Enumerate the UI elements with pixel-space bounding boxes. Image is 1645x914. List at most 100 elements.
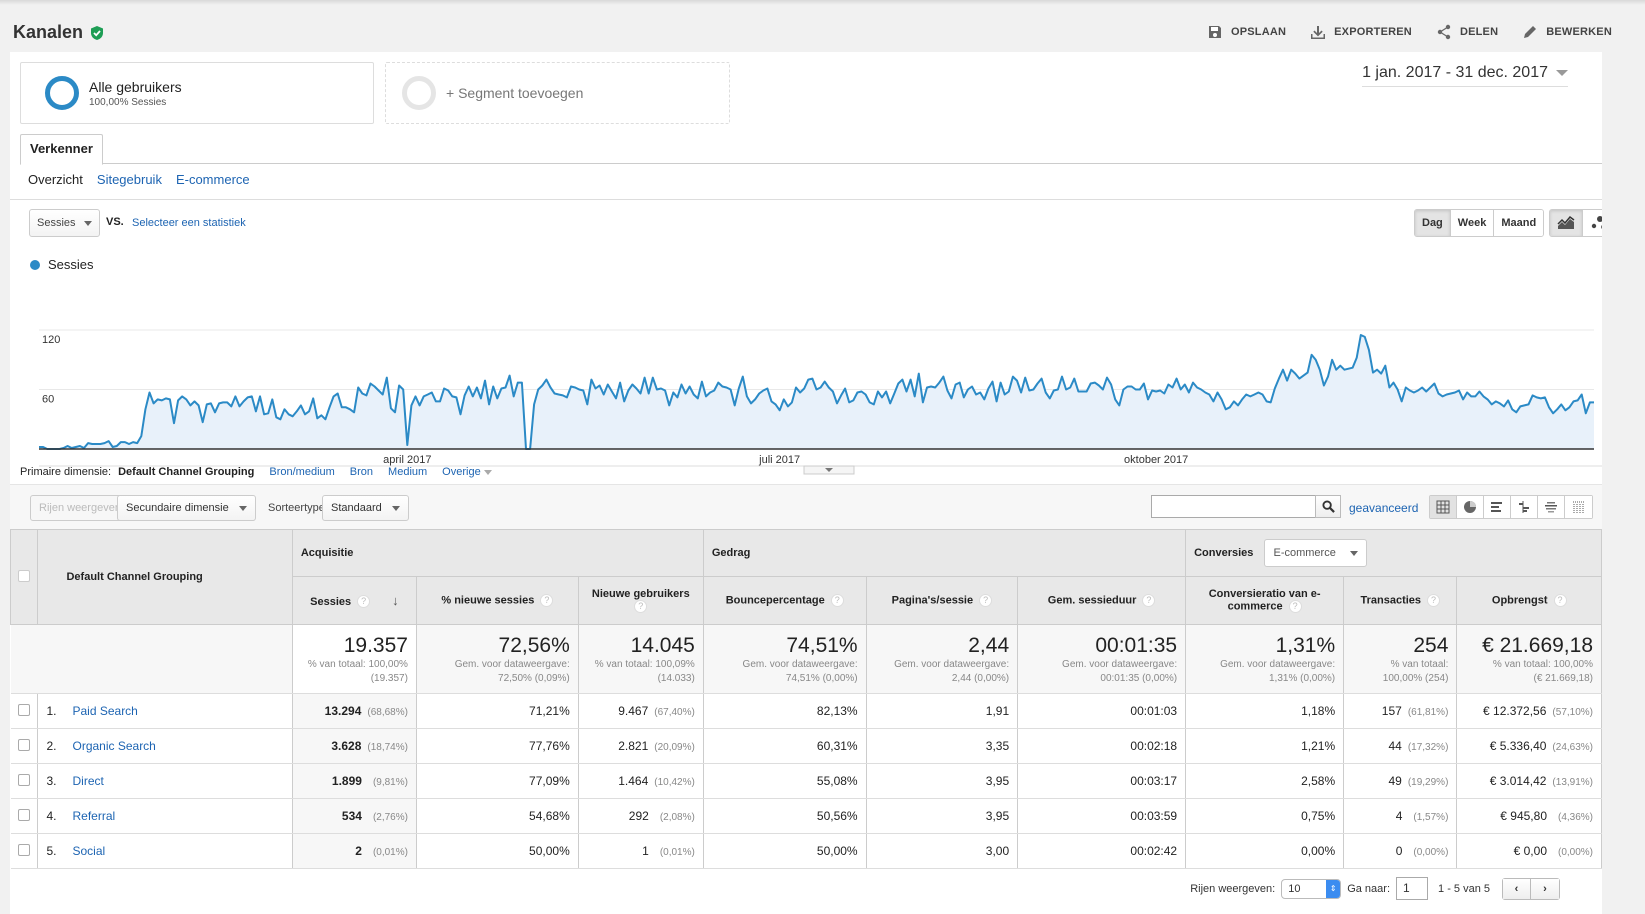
conversion-type-select[interactable]: E-commerce [1264,539,1367,567]
col-revenue[interactable]: Opbrengst? [1456,576,1602,625]
col-label: Nieuwe gebruikers [591,588,690,600]
pie-view-button[interactable] [1457,496,1484,518]
sessions-cell: 534 (2,76%) [292,798,417,834]
line-chart-icon [1557,215,1575,229]
plot-rows-button[interactable]: Rijen weergeven [30,495,130,521]
transactions-pct: (61,81%) [1407,707,1449,718]
save-button[interactable]: OPSLAAN [1207,24,1286,40]
channel-cell: 5. Social [37,833,293,869]
pivot-view-button[interactable] [1565,496,1592,518]
table-search-input[interactable] [1151,495,1316,518]
help-icon[interactable]: ? [1288,600,1302,613]
sort-type-select[interactable]: Standaard [322,495,409,521]
col-new-users[interactable]: Nieuwe gebruikers? [577,576,704,625]
help-icon[interactable]: ? [1142,594,1156,607]
period-month-button[interactable]: Maand [1494,210,1544,236]
channel-link[interactable]: Referral [72,809,115,823]
totals-cell: 72,56% Gem. voor dataweergave: 72,50% (0… [416,624,579,694]
prev-page-button[interactable]: ‹ [1503,878,1531,899]
row-checkbox[interactable] [17,808,30,821]
row-select-cell [10,798,39,834]
revenue-cell: € 3.014,42 (13,91%) [1456,763,1602,799]
line-chart-button[interactable] [1550,210,1583,236]
tab-verkenner[interactable]: Verkenner [20,134,103,165]
table-view-button[interactable] [1430,496,1457,518]
col-transactions[interactable]: Transacties? [1343,576,1458,625]
col-sessions[interactable]: Sessies? ↓ [291,576,417,625]
period-week-button[interactable]: Week [1450,210,1495,236]
new-users-value: 292 [628,809,649,823]
col-avg-session-duration[interactable]: Gem. sessieduur? [1017,576,1187,625]
help-icon[interactable]: ? [634,600,648,613]
col-bounce-rate[interactable]: Bouncepercentage? [702,576,867,625]
col-pages-per-session[interactable]: Pagina's/sessie? [865,576,1019,625]
revenue-value: € 0,00 [1513,844,1547,858]
secondary-dimension-select[interactable]: Secundaire dimensie [117,495,256,521]
help-icon[interactable]: ? [540,594,554,607]
dimension-selected: Default Channel Grouping [118,466,255,478]
subtab-overzicht[interactable]: Overzicht [28,172,83,187]
chevron-down-icon [84,220,92,226]
row-checkbox[interactable] [17,843,30,856]
conversion-cell: 2,58% [1185,763,1345,799]
export-button[interactable]: EXPORTEREN [1310,24,1412,40]
date-range-picker[interactable]: 1 jan. 2017 - 31 dec. 2017 [1362,64,1568,87]
edit-button[interactable]: BEWERKEN [1522,24,1612,40]
col-label: Pagina's/sessie [891,594,974,607]
new-sessions-cell: 71,21% [416,693,579,729]
term-cloud-view-button[interactable] [1538,496,1565,518]
segment-all-users[interactable]: Alle gebruikers 100,00% Sessies [20,62,374,124]
subtab-ecommerce[interactable]: E-commerce [176,172,250,187]
add-segment-button[interactable]: + Segment toevoegen [385,62,730,124]
channel-link[interactable]: Organic Search [72,739,155,753]
metric-select[interactable]: Sessies [29,209,100,237]
help-icon[interactable]: ? [1553,594,1567,607]
sessions-pct: (9,81%) [372,777,408,788]
report-actions: OPSLAAN EXPORTEREN DELEN BEWERKEN [1207,24,1612,40]
compare-metric-link[interactable]: Selecteer een statistiek [132,217,246,229]
goto-label: Ga naar: [1347,882,1391,895]
channel-link[interactable]: Social [72,844,105,858]
new-users-value: 9.467 [618,704,649,718]
col-ecommerce-conversion-rate[interactable]: Conversieratio van e-commerce? [1185,576,1345,625]
help-icon[interactable]: ? [979,594,993,607]
goto-page-input[interactable]: 1 [1396,877,1429,900]
search-button[interactable] [1315,495,1341,518]
col-new-sessions[interactable]: % nieuwe sessies? [415,576,579,625]
advanced-filter-link[interactable]: geavanceerd [1349,501,1418,515]
table-row: 5. Social 2 (0,01%) 50,00% 1 (0,01%) 50,00%… [10,833,1602,869]
period-day-button[interactable]: Dag [1415,210,1451,236]
row-checkbox[interactable] [17,703,30,716]
help-icon[interactable]: ? [357,595,371,609]
totals-sub: % van totaal: 100,09% [594,659,695,670]
revenue-cell: € 945,80 (4,36%) [1456,798,1602,834]
dimension-bron[interactable]: Bron [350,466,373,478]
next-page-button[interactable]: › [1531,878,1559,899]
transactions-pct: (1,57%) [1413,812,1449,823]
dimension-overige[interactable]: Overige [442,466,492,478]
chevron-down-icon [391,505,400,511]
totals-sub: 74,51% (0,00%) [785,673,858,684]
transactions-value: 157 [1381,704,1402,718]
row-number: 5. [46,844,57,858]
sort-type-value: Standaard [331,502,382,514]
share-button[interactable]: DELEN [1436,24,1498,40]
channel-link[interactable]: Paid Search [72,704,137,718]
new-users-value: 2.821 [618,739,649,753]
row-checkbox[interactable] [17,773,30,786]
dimension-medium[interactable]: Medium [388,466,427,478]
rows-per-page-select[interactable]: 10 ⇕ [1281,878,1342,899]
bar-view-button[interactable] [1484,496,1511,518]
dimension-header[interactable]: Default Channel Grouping [37,529,293,625]
new-users-pct: (67,40%) [654,707,695,718]
table-group-header-row: Default Channel Grouping Acquisitie Gedr… [9,529,1602,625]
help-icon[interactable]: ? [830,594,844,607]
row-checkbox[interactable] [17,738,30,751]
comparison-view-button[interactable] [1511,496,1538,518]
select-all-checkbox[interactable] [18,569,31,582]
dimension-bron-medium[interactable]: Bron/medium [269,466,334,478]
subtab-sitegebruik[interactable]: Sitegebruik [97,172,162,187]
channel-link[interactable]: Direct [72,774,103,788]
table-view-switcher [1429,495,1593,519]
help-icon[interactable]: ? [1427,594,1441,607]
